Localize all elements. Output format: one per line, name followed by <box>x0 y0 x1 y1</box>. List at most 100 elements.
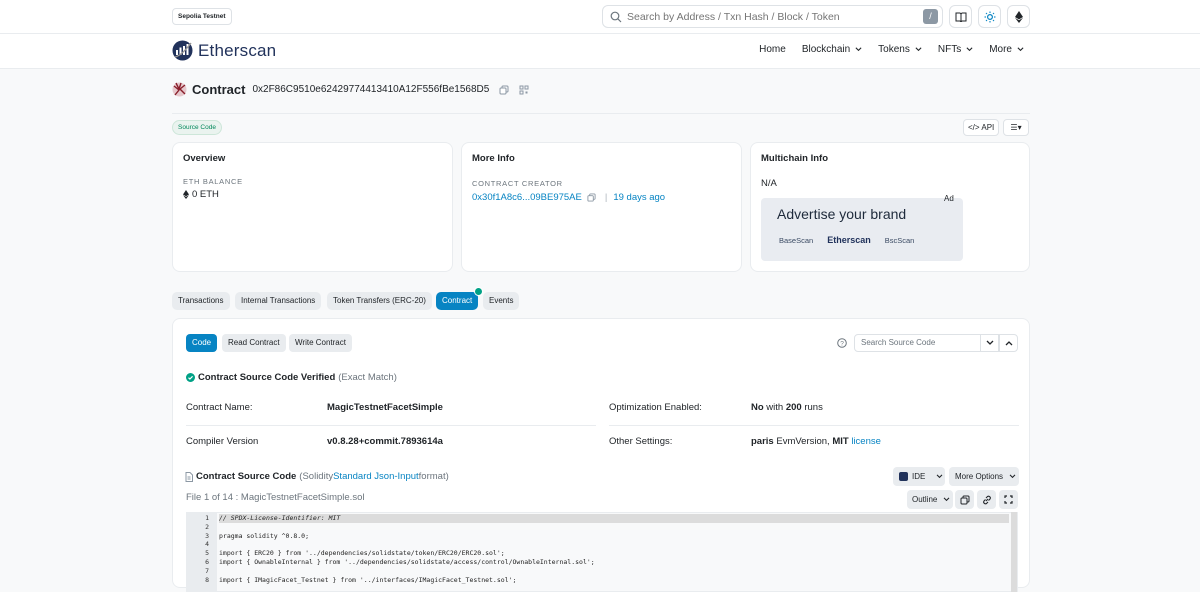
link-icon <box>982 495 991 504</box>
subtab-write-contract[interactable]: Write Contract <box>289 334 352 352</box>
license-link[interactable]: license <box>851 436 881 447</box>
advertisement-banner[interactable]: Advertise your brand BaseScan Etherscan … <box>761 198 963 261</box>
chevron-up-icon <box>1005 341 1012 346</box>
verification-match: (Exact Match) <box>338 372 397 383</box>
overview-card: Overview ETH BALANCE 0 ETH <box>172 142 453 272</box>
ide-logo-icon <box>899 472 908 481</box>
contract-panel: Code Read Contract Write Contract ? Sear… <box>172 318 1030 592</box>
creation-tx-link[interactable]: 19 days ago <box>613 192 665 203</box>
code-editor[interactable]: 1 // SPDX-License-Identifier: MIT 2 3 pragma… <box>186 512 1018 592</box>
line-text: import { ERC20 } from '../dependencies/s… <box>219 549 505 558</box>
reader-mode-button[interactable] <box>949 5 972 28</box>
file-icon <box>185 471 193 482</box>
search-next-button[interactable] <box>980 334 999 352</box>
copy-icon[interactable] <box>499 85 509 95</box>
page-title: Contract <box>192 82 246 97</box>
line-text: pragma solidity ^0.8.0; <box>219 531 310 540</box>
subtab-code[interactable]: Code <box>186 334 218 352</box>
editor-scrollbar[interactable] <box>1011 512 1017 592</box>
evm-version: paris <box>751 436 774 447</box>
nav-item-label: Tokens <box>878 44 910 55</box>
more-options-dropdown[interactable]: More Options <box>949 467 1019 486</box>
creator-address-link[interactable]: 0x30f1A8c6...09BE975AE <box>472 192 582 203</box>
optimization-runs: 200 <box>785 402 802 413</box>
api-label: API <box>981 123 995 132</box>
more-info-title: More Info <box>472 153 515 164</box>
separator: | <box>604 192 608 203</box>
source-code-badge[interactable]: Source Code <box>172 120 222 135</box>
verification-status: Contract Source Code Verified (Exact Mat… <box>186 372 397 383</box>
tab-transactions[interactable]: Transactions <box>172 292 230 310</box>
source-code-title: Contract Source Code <box>196 471 297 482</box>
fullscreen-button[interactable] <box>999 490 1018 509</box>
nav-item-label: NFTs <box>937 44 962 55</box>
nav-item-tokens[interactable]: Tokens <box>878 44 922 55</box>
code-line: 3 pragma solidity ^0.8.0; <box>187 532 1009 541</box>
network-badge[interactable]: Sepolia Testnet <box>172 8 232 25</box>
chevron-down-icon <box>966 47 973 52</box>
ide-dropdown[interactable]: IDE <box>893 467 945 486</box>
code-line: 7 <box>187 567 1009 576</box>
search-input[interactable] <box>627 8 917 25</box>
line-text: // SPDX-License-Identifier: MIT <box>219 514 1009 523</box>
line-number: 5 <box>205 549 209 558</box>
chevron-down-icon <box>1009 474 1016 479</box>
nav-item-home[interactable]: Home <box>759 44 786 55</box>
multichain-title: Multichain Info <box>761 153 829 164</box>
api-button[interactable]: </> API <box>963 119 1000 136</box>
book-icon <box>955 12 966 22</box>
theme-toggle-button[interactable] <box>978 5 1001 28</box>
qr-code-icon[interactable] <box>519 85 529 95</box>
tab-events[interactable]: Events <box>483 292 520 310</box>
line-number: 7 <box>205 566 209 575</box>
code-lines: 1 // SPDX-License-Identifier: MIT 2 3 pragma… <box>187 514 1009 584</box>
copy-code-button[interactable] <box>955 490 974 509</box>
bscscan-logo: BscScan <box>884 235 915 245</box>
divider <box>186 425 596 426</box>
nav-item-nfts[interactable]: NFTs <box>938 44 973 55</box>
outline-dropdown[interactable]: Outline <box>907 490 953 509</box>
search-icon <box>610 11 622 23</box>
tab-internal-transactions[interactable]: Internal Transactions <box>235 292 322 310</box>
source-search-input[interactable]: Search Source Code <box>854 334 982 352</box>
compiler-version-label: Compiler Version <box>186 436 259 447</box>
network-switch-button[interactable] <box>1007 5 1030 28</box>
optimization-flag: No <box>751 402 764 413</box>
chevron-down-icon <box>855 47 862 52</box>
help-icon[interactable]: ? <box>837 338 847 348</box>
standard-json-link[interactable]: Standard Json-Input <box>333 471 419 482</box>
nav-item-blockchain[interactable]: Blockchain <box>802 44 862 55</box>
etherscan-ad-logo: Etherscan <box>827 235 871 245</box>
permalink-button[interactable] <box>977 490 996 509</box>
etherscan-logo[interactable]: Etherscan <box>172 40 276 61</box>
line-number: 8 <box>205 575 209 584</box>
contract-avatar-icon <box>172 82 187 97</box>
multichain-info-card: Multichain Info N/A Advertise your brand… <box>750 142 1030 272</box>
contract-address[interactable]: 0x2F86C9510e62429774413410A12F556fBe1568… <box>252 84 489 95</box>
chevron-down-icon <box>936 474 943 479</box>
nav-item-label: Home <box>759 44 786 55</box>
contract-creator: 0x30f1A8c6...09BE975AE | 19 days ago <box>472 192 665 203</box>
evm-suffix: EvmVersion, <box>773 436 833 447</box>
expand-icon <box>1004 495 1013 504</box>
line-number: 1 <box>205 514 209 522</box>
page-header: Contract 0x2F86C9510e62429774413410A12F5… <box>172 82 529 97</box>
list-options-button[interactable]: ☰▾ <box>1003 119 1029 136</box>
code-line: 8 import { IMagicFacet_Testnet } from '..… <box>187 576 1009 585</box>
line-text: import { IMagicFacet_Testnet } from '../… <box>219 575 517 584</box>
subtab-read-contract[interactable]: Read Contract <box>222 334 286 352</box>
code-line: 6 import { OwnableInternal } from '../dep… <box>187 558 1009 567</box>
nav-item-more[interactable]: More <box>989 44 1024 55</box>
global-search[interactable]: / <box>602 5 943 28</box>
more-options-label: More Options <box>955 472 1004 481</box>
ide-label: IDE <box>912 472 926 481</box>
code-line: 2 <box>187 523 1009 532</box>
tab-token-transfers[interactable]: Token Transfers (ERC-20) <box>327 292 432 310</box>
search-prev-button[interactable] <box>999 334 1018 352</box>
copy-icon[interactable] <box>587 193 596 202</box>
ad-title: Advertise your brand <box>777 206 907 222</box>
tab-contract[interactable]: Contract <box>436 292 479 310</box>
top-bar: Sepolia Testnet / <box>0 0 1200 34</box>
nav-menu: Home Blockchain Tokens NFTs More <box>743 44 1024 55</box>
verification-text: Contract Source Code Verified <box>198 372 336 383</box>
